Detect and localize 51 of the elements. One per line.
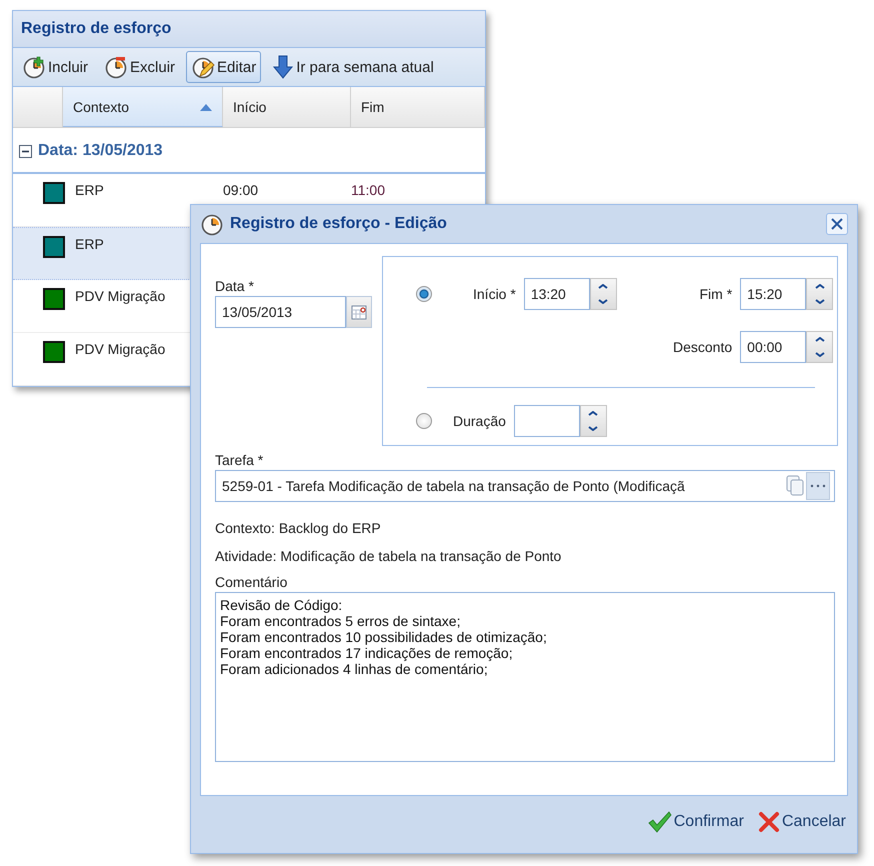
- group-header: Data: 13/05/2013: [38, 142, 163, 160]
- table-cell-text: ERP: [75, 236, 105, 252]
- down-arrow-icon: [272, 55, 294, 79]
- clock-edit-icon: [191, 55, 216, 79]
- column-header[interactable]: Contexto: [63, 87, 223, 127]
- table-cell-text: 09:00: [223, 182, 260, 198]
- date-field[interactable]: 13/05/2013: [215, 296, 346, 328]
- field-label: Início *: [473, 286, 516, 302]
- calendar-icon: [351, 304, 367, 320]
- column-header[interactable]: Início: [223, 87, 351, 127]
- time-field[interactable]: 00:00: [740, 331, 806, 363]
- window-title: Registro de esforço: [21, 20, 172, 38]
- comment-field[interactable]: Revisão de Código: Foram encontrados 5 erros de sintaxe; Foram encontrados 10 possibilidades de otimização; Foram encontrados 17 indicações de remoção; Foram adicionados 4 linhas de comentário;: [215, 592, 835, 762]
- check-icon: [648, 811, 672, 833]
- toolbar-button[interactable]: Excluir: [99, 51, 180, 83]
- calendar-button[interactable]: [346, 296, 372, 328]
- field-label: Desconto: [673, 339, 732, 355]
- clock-remove-icon: [104, 55, 128, 79]
- collapse-icon[interactable]: [19, 144, 32, 158]
- sort-arrow-icon: [200, 102, 212, 110]
- cancel-button[interactable]: Cancelar: [758, 811, 846, 833]
- close-icon: [830, 217, 844, 231]
- duration-field[interactable]: [514, 405, 580, 437]
- close-icon: [758, 811, 780, 833]
- confirm-button[interactable]: Confirmar: [648, 811, 744, 833]
- column-header[interactable]: Fim: [351, 87, 485, 127]
- info-text: Atividade: Modificação de tabela na transação de Ponto: [215, 548, 562, 564]
- field-label: Duração: [453, 413, 506, 429]
- clock-add-icon: [22, 55, 46, 79]
- clock-icon: [200, 212, 224, 236]
- field-label: Comentário: [215, 574, 288, 590]
- table-cell-text: 11:00: [351, 182, 386, 198]
- table-cell-text: ERP: [75, 182, 105, 198]
- field-label: Fim *: [699, 286, 732, 302]
- time-field[interactable]: 13:20: [524, 278, 590, 310]
- toolbar-button[interactable]: Ir para semana atual: [267, 51, 439, 83]
- table-cell-text: PDV Migração: [75, 341, 166, 357]
- spinner-button[interactable]: [590, 278, 617, 310]
- spinner-button[interactable]: [580, 405, 607, 437]
- spinner-button[interactable]: [806, 331, 834, 363]
- field-label: Tarefa *: [215, 452, 264, 468]
- info-text: Contexto: Backlog do ERP: [215, 520, 382, 536]
- radio-button[interactable]: [416, 413, 432, 429]
- spinner-button[interactable]: [806, 278, 834, 310]
- table-cell-text: PDV Migração: [75, 288, 166, 304]
- toolbar-button[interactable]: Editar: [186, 51, 262, 83]
- close-button[interactable]: [826, 213, 848, 235]
- field-label: Data *: [215, 278, 255, 294]
- radio-button[interactable]: [416, 286, 432, 302]
- time-field[interactable]: 15:20: [740, 278, 806, 310]
- toolbar-button[interactable]: Incluir: [17, 51, 94, 83]
